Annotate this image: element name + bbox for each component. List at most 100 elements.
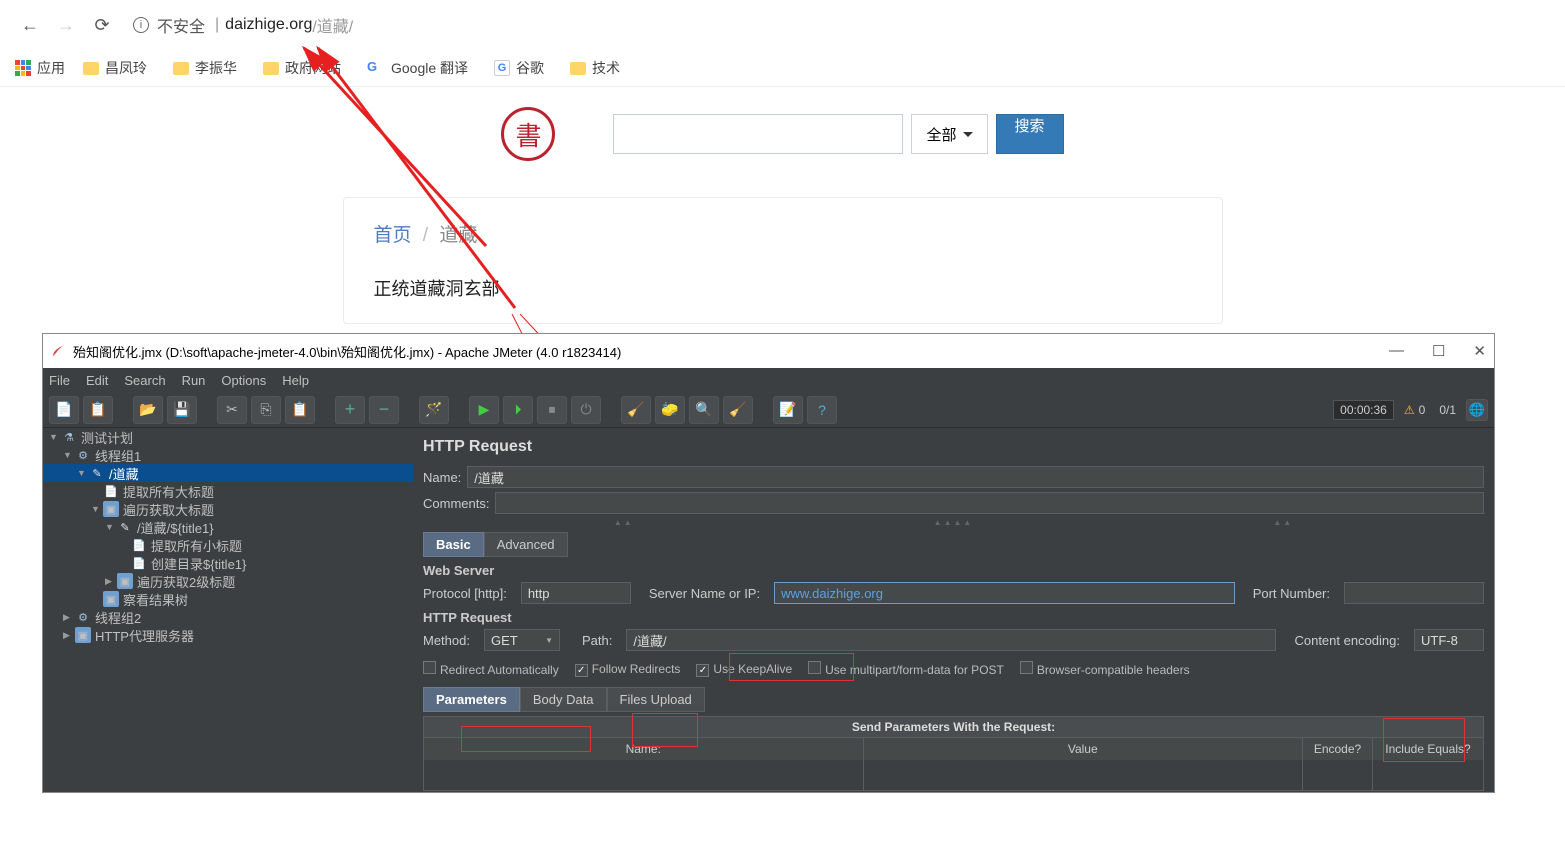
category-dropdown[interactable]: 全部 (911, 114, 987, 154)
function-helper-button[interactable]: 📝 (773, 396, 803, 424)
paste-button[interactable]: 📋 (285, 396, 315, 424)
search-button[interactable]: 搜索 (996, 114, 1064, 154)
encoding-input[interactable] (1414, 629, 1484, 651)
keepalive-checkbox[interactable]: ✓Use KeepAlive (696, 662, 792, 677)
browser-compat-checkbox[interactable]: Browser-compatible headers (1020, 661, 1190, 677)
resize-grip[interactable]: ▲▲▲▲▲▲▲▲ (423, 518, 1484, 528)
follow-redirects-checkbox[interactable]: ✓Follow Redirects (575, 662, 681, 677)
maximize-button[interactable]: ☐ (1432, 342, 1445, 360)
stop-button[interactable]: ⏹ (537, 396, 567, 424)
folder-icon (173, 62, 189, 75)
open-button[interactable]: 📂 (133, 396, 163, 424)
tab-files-upload[interactable]: Files Upload (607, 687, 705, 712)
clear-button[interactable]: 🧹 (621, 396, 651, 424)
close-button[interactable]: ✕ (1473, 342, 1486, 360)
config-tabs: Basic Advanced (423, 532, 1484, 557)
menu-edit[interactable]: Edit (86, 373, 108, 388)
elapsed-time: 00:00:36 (1333, 400, 1394, 420)
redirect-auto-checkbox[interactable]: Redirect Automatically (423, 661, 559, 677)
menu-help[interactable]: Help (282, 373, 309, 388)
tab-advanced[interactable]: Advanced (484, 532, 568, 557)
encoding-label: Content encoding: (1294, 633, 1400, 648)
tree-node[interactable]: ▶▣HTTP代理服务器 (43, 626, 413, 644)
new-button[interactable]: 📄 (49, 396, 79, 424)
content-box: 首页 / 道藏 正统道藏洞玄部 (343, 197, 1223, 324)
search-input[interactable] (613, 114, 903, 154)
bookmark-item[interactable]: 李振华 (173, 58, 237, 78)
path-input[interactable] (626, 629, 1276, 651)
test-plan-tree[interactable]: ▼⚗测试计划▼⚙线程组1▼✎/道藏📄提取所有大标题▼▣遍历获取大标题▼✎/道藏/… (43, 428, 413, 792)
remote-button[interactable]: 🌐 (1466, 399, 1488, 421)
wand-button[interactable]: 🪄 (419, 396, 449, 424)
category-link[interactable]: 正统道藏洞玄部 (374, 275, 1192, 301)
tree-node[interactable]: ▼✎/道藏/${title1} (43, 518, 413, 536)
breadcrumb-home[interactable]: 首页 (374, 225, 412, 246)
cut-button[interactable]: ✂ (217, 396, 247, 424)
reset-search-button[interactable]: 🧹 (723, 396, 753, 424)
http-request-panel: HTTP Request Name: Comments: ▲▲▲▲▲▲▲▲ Ba… (413, 428, 1494, 792)
menu-options[interactable]: Options (221, 373, 266, 388)
comments-input[interactable] (495, 492, 1484, 514)
parameters-table: Send Parameters With the Request: Name: … (423, 716, 1484, 791)
col-include[interactable]: Include Equals? (1373, 738, 1483, 760)
help-button[interactable]: ? (807, 396, 837, 424)
bookmark-item[interactable]: 技术 (570, 58, 620, 78)
menu-file[interactable]: File (49, 373, 70, 388)
col-value[interactable]: Value (864, 738, 1304, 760)
forward-button[interactable]: → (51, 10, 81, 40)
menu-search[interactable]: Search (124, 373, 165, 388)
tree-node[interactable]: ▼▣遍历获取大标题 (43, 500, 413, 518)
minimize-button[interactable]: — (1389, 342, 1404, 360)
page-content: 書 全部 搜索 首页 / 道藏 正统道藏洞玄部 (0, 86, 1565, 324)
tree-node[interactable]: 📄提取所有小标题 (43, 536, 413, 554)
jmeter-icon (51, 344, 65, 358)
tab-basic[interactable]: Basic (423, 532, 484, 557)
bookmark-item[interactable]: G谷歌 (494, 58, 544, 78)
address-bar[interactable]: i 不安全 | daizhige.org/道藏/ (133, 13, 353, 37)
tree-node[interactable]: ▼⚗测试计划 (43, 428, 413, 446)
jmeter-menubar: File Edit Search Run Options Help (43, 368, 1494, 392)
col-encode[interactable]: Encode? (1303, 738, 1373, 760)
apps-button[interactable]: 应用 (15, 58, 65, 78)
start-no-pause-button[interactable]: ⏵ (503, 396, 533, 424)
bookmark-item[interactable]: 昌凤玲 (83, 58, 147, 78)
search-button[interactable]: 🔍 (689, 396, 719, 424)
reload-button[interactable]: ⟳ (87, 10, 117, 40)
jmeter-titlebar[interactable]: 殆知阁优化.jmx (D:\soft\apache-jmeter-4.0\bin… (43, 334, 1494, 368)
apps-icon (15, 60, 31, 76)
tree-node[interactable]: ▣察看结果树 (43, 590, 413, 608)
server-input[interactable] (774, 582, 1235, 604)
multipart-checkbox[interactable]: Use multipart/form-data for POST (808, 661, 1004, 677)
start-button[interactable]: ▶ (469, 396, 499, 424)
remove-button[interactable]: − (369, 396, 399, 424)
tree-node[interactable]: 📄提取所有大标题 (43, 482, 413, 500)
tree-node[interactable]: ▼⚙线程组1 (43, 446, 413, 464)
tree-node[interactable]: ▶▣遍历获取2级标题 (43, 572, 413, 590)
breadcrumb: 首页 / 道藏 (374, 220, 1192, 247)
copy-button[interactable]: ⎘ (251, 396, 281, 424)
bookmark-item[interactable]: GGoogle 翻译 (367, 58, 468, 78)
back-button[interactable]: ← (15, 10, 45, 40)
tab-parameters[interactable]: Parameters (423, 687, 520, 712)
add-button[interactable]: + (335, 396, 365, 424)
col-name[interactable]: Name: (424, 738, 864, 760)
bookmark-item[interactable]: 政府网站 (263, 58, 341, 78)
tab-body-data[interactable]: Body Data (520, 687, 607, 712)
shutdown-button[interactable]: ⏻ (571, 396, 601, 424)
tree-node[interactable]: 📄创建目录${title1} (43, 554, 413, 572)
warning-indicator[interactable]: ⚠0 (1404, 403, 1425, 417)
url-domain: daizhige.org (225, 16, 312, 34)
site-logo[interactable]: 書 (501, 107, 555, 161)
clear-all-button[interactable]: 🧽 (655, 396, 685, 424)
browser-toolbar: ← → ⟳ i 不安全 | daizhige.org/道藏/ (0, 0, 1565, 50)
method-dropdown[interactable]: GET (484, 629, 560, 651)
info-icon[interactable]: i (133, 17, 149, 33)
name-input[interactable] (467, 466, 1484, 488)
protocol-input[interactable] (521, 582, 631, 604)
templates-button[interactable]: 📋 (83, 396, 113, 424)
port-input[interactable] (1344, 582, 1484, 604)
menu-run[interactable]: Run (182, 373, 206, 388)
tree-node[interactable]: ▼✎/道藏 (43, 464, 413, 482)
save-button[interactable]: 💾 (167, 396, 197, 424)
tree-node[interactable]: ▶⚙线程组2 (43, 608, 413, 626)
